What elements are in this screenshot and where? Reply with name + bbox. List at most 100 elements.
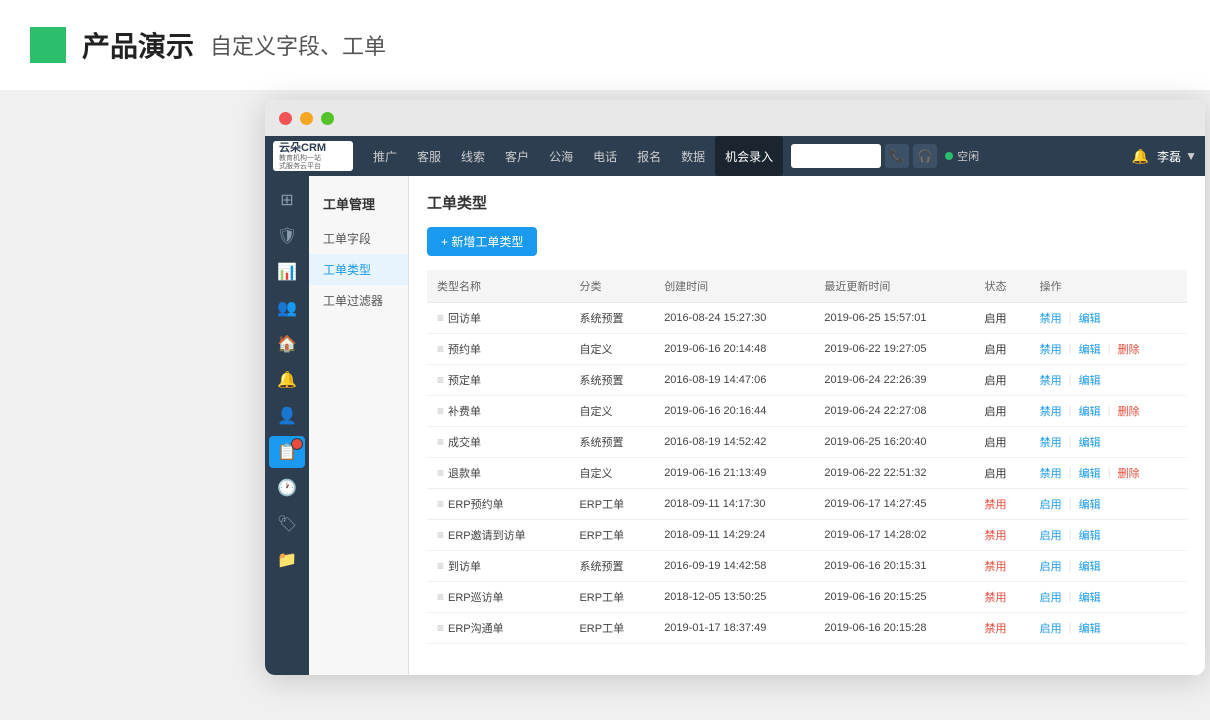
main-layout: ⊞ 🛡 📊 👥 🏠 🔔 👤 📋 🕐 🏷 📁 工单管理 工单字段 工单类型 工单过… xyxy=(265,176,1205,675)
drag-icon: ≡ xyxy=(437,373,444,387)
action-编辑[interactable]: 编辑 xyxy=(1079,499,1101,511)
sidebar-icon-users[interactable]: 👥 xyxy=(269,292,305,324)
action-禁用[interactable]: 禁用 xyxy=(1040,406,1062,418)
search-input[interactable] xyxy=(791,144,881,168)
action-启用[interactable]: 启用 xyxy=(1040,592,1062,604)
row-updated: 2019-06-22 22:51:32 xyxy=(814,458,974,489)
action-禁用[interactable]: 禁用 xyxy=(1040,468,1062,480)
action-禁用[interactable]: 禁用 xyxy=(1040,313,1062,325)
row-actions: 禁用｜编辑 xyxy=(1030,365,1187,396)
left-panel-item-filters[interactable]: 工单过滤器 xyxy=(309,285,408,316)
row-updated: 2019-06-25 15:57:01 xyxy=(814,303,974,334)
row-created: 2018-12-05 13:50:25 xyxy=(654,582,814,613)
row-actions: 禁用｜编辑 xyxy=(1030,303,1187,334)
action-禁用[interactable]: 禁用 xyxy=(1040,437,1062,449)
row-status: 禁用 xyxy=(975,520,1030,551)
table-row: ≡预约单自定义2019-06-16 20:14:482019-06-22 19:… xyxy=(427,334,1187,365)
sidebar-icon-home[interactable]: 🏠 xyxy=(269,328,305,360)
action-编辑[interactable]: 编辑 xyxy=(1079,406,1101,418)
nav-item-active[interactable]: 机会录入 xyxy=(715,136,783,176)
maximize-dot[interactable] xyxy=(321,112,334,125)
row-category: 系统预置 xyxy=(569,427,654,458)
drag-icon: ≡ xyxy=(437,528,444,542)
headset-icon-btn[interactable]: 🎧 xyxy=(913,144,937,168)
phone-icon-btn[interactable]: 📞 xyxy=(885,144,909,168)
row-category: 系统预置 xyxy=(569,365,654,396)
table-row: ≡回访单系统预置2016-08-24 15:27:302019-06-25 15… xyxy=(427,303,1187,334)
bell-icon[interactable]: 🔔 xyxy=(1132,148,1149,165)
sidebar-icon-shield[interactable]: 🛡 xyxy=(269,220,305,252)
sidebar-icon-user[interactable]: 👤 xyxy=(269,400,305,432)
col-header-actions: 操作 xyxy=(1030,270,1187,303)
nav-item-shuju[interactable]: 数据 xyxy=(671,136,715,176)
action-启用[interactable]: 启用 xyxy=(1040,530,1062,542)
action-delete[interactable]: 删除 xyxy=(1118,468,1140,480)
row-status: 启用 xyxy=(975,365,1030,396)
sidebar-icon-chart[interactable]: 📊 xyxy=(269,256,305,288)
row-status: 启用 xyxy=(975,334,1030,365)
row-category: 自定义 xyxy=(569,396,654,427)
nav-item-dianhua[interactable]: 电话 xyxy=(583,136,627,176)
action-禁用[interactable]: 禁用 xyxy=(1040,375,1062,387)
row-updated: 2019-06-24 22:26:39 xyxy=(814,365,974,396)
row-name: ≡ERP巡访单 xyxy=(427,582,569,613)
left-panel-item-fields[interactable]: 工单字段 xyxy=(309,223,408,254)
drag-icon: ≡ xyxy=(437,435,444,449)
action-启用[interactable]: 启用 xyxy=(1040,499,1062,511)
sidebar-icon-grid[interactable]: ⊞ xyxy=(269,184,305,216)
row-actions: 启用｜编辑 xyxy=(1030,520,1187,551)
left-panel-item-types[interactable]: 工单类型 xyxy=(309,254,408,285)
sidebar-icon-tag[interactable]: 🏷 xyxy=(269,508,305,540)
add-ticket-type-button[interactable]: + 新增工单类型 xyxy=(427,227,537,256)
row-updated: 2019-06-16 20:15:28 xyxy=(814,613,974,644)
row-actions: 禁用｜编辑 xyxy=(1030,427,1187,458)
action-编辑[interactable]: 编辑 xyxy=(1079,530,1101,542)
crm-app: 云朵CRM 教育机构一站 式服务云平台 推广 客服 线索 客户 公海 电话 报名… xyxy=(265,136,1205,675)
action-编辑[interactable]: 编辑 xyxy=(1079,623,1101,635)
action-编辑[interactable]: 编辑 xyxy=(1079,313,1101,325)
browser-chrome xyxy=(265,100,1205,136)
sidebar-icon-folder[interactable]: 📁 xyxy=(269,544,305,576)
action-禁用[interactable]: 禁用 xyxy=(1040,344,1062,356)
action-编辑[interactable]: 编辑 xyxy=(1079,468,1101,480)
action-编辑[interactable]: 编辑 xyxy=(1079,375,1101,387)
action-separator: ｜ xyxy=(1104,344,1115,356)
action-编辑[interactable]: 编辑 xyxy=(1079,344,1101,356)
row-created: 2018-09-11 14:17:30 xyxy=(654,489,814,520)
nav-item-tuiguang[interactable]: 推广 xyxy=(363,136,407,176)
row-name: ≡ERP邀请到访单 xyxy=(427,520,569,551)
nav-item-baoming[interactable]: 报名 xyxy=(627,136,671,176)
row-created: 2018-09-11 14:29:24 xyxy=(654,520,814,551)
browser-window: 云朵CRM 教育机构一站 式服务云平台 推广 客服 线索 客户 公海 电话 报名… xyxy=(265,100,1205,675)
drag-icon: ≡ xyxy=(437,559,444,573)
user-dropdown-icon[interactable]: ▼ xyxy=(1185,149,1197,163)
row-created: 2019-06-16 20:14:48 xyxy=(654,334,814,365)
row-created: 2016-08-24 15:27:30 xyxy=(654,303,814,334)
nav-item-xinsuo[interactable]: 线索 xyxy=(451,136,495,176)
row-updated: 2019-06-16 20:15:31 xyxy=(814,551,974,582)
sidebar-icon-clock[interactable]: 🕐 xyxy=(269,472,305,504)
minimize-dot[interactable] xyxy=(300,112,313,125)
action-编辑[interactable]: 编辑 xyxy=(1079,592,1101,604)
row-category: ERP工单 xyxy=(569,582,654,613)
logo: 云朵CRM 教育机构一站 式服务云平台 xyxy=(273,141,353,171)
sidebar-icon-bell[interactable]: 🔔 xyxy=(269,364,305,396)
close-dot[interactable] xyxy=(279,112,292,125)
action-启用[interactable]: 启用 xyxy=(1040,623,1062,635)
action-delete[interactable]: 删除 xyxy=(1118,344,1140,356)
online-dot-icon xyxy=(945,152,953,160)
nav-item-kefu[interactable]: 客服 xyxy=(407,136,451,176)
col-header-created: 创建时间 xyxy=(654,270,814,303)
nav-item-gonghai[interactable]: 公海 xyxy=(539,136,583,176)
action-separator: ｜ xyxy=(1065,530,1076,542)
row-created: 2019-06-16 21:13:49 xyxy=(654,458,814,489)
nav-item-kehu[interactable]: 客户 xyxy=(495,136,539,176)
action-启用[interactable]: 启用 xyxy=(1040,561,1062,573)
row-status: 启用 xyxy=(975,303,1030,334)
action-编辑[interactable]: 编辑 xyxy=(1079,561,1101,573)
table-row: ≡ERP巡访单ERP工单2018-12-05 13:50:252019-06-1… xyxy=(427,582,1187,613)
action-delete[interactable]: 删除 xyxy=(1118,406,1140,418)
action-编辑[interactable]: 编辑 xyxy=(1079,437,1101,449)
row-actions: 禁用｜编辑｜删除 xyxy=(1030,334,1187,365)
sidebar-icon-ticket[interactable]: 📋 xyxy=(269,436,305,468)
